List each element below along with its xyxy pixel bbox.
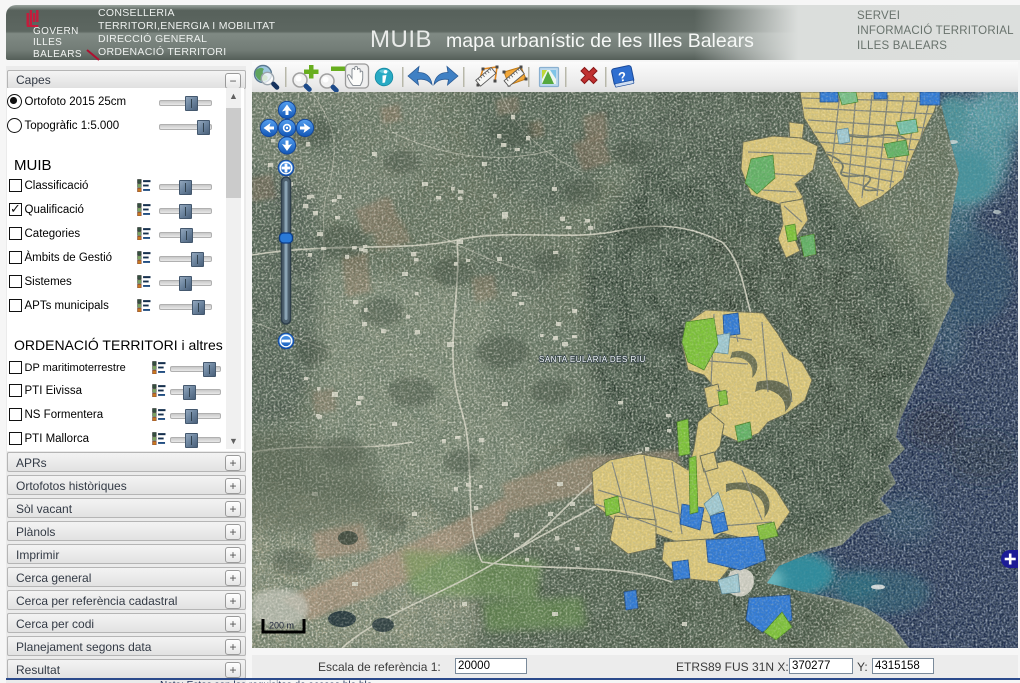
svg-text:200 m: 200 m (269, 621, 294, 631)
svg-text:SANTA EULÀRIA DES RIU: SANTA EULÀRIA DES RIU (539, 355, 646, 364)
